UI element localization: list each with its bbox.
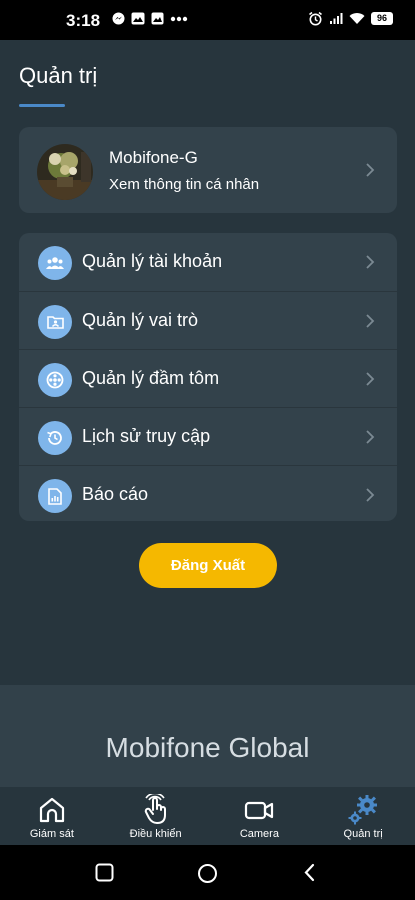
chevron-right-icon (366, 255, 375, 269)
menu-label: Quản lý tài khoản (82, 251, 223, 271)
signal-icon (330, 13, 343, 24)
more-dots-icon (170, 16, 188, 21)
menu-item-report[interactable]: Báo cáo (19, 465, 397, 523)
tab-camera[interactable]: Camera (208, 787, 312, 845)
chevron-right-icon (366, 314, 375, 328)
gears-icon (348, 795, 378, 825)
chevron-right-icon (366, 163, 375, 177)
logout-button[interactable]: Đăng Xuất (139, 543, 277, 588)
status-time: 3:18 (66, 11, 101, 30)
profile-name: Mobifone-G (109, 148, 198, 167)
alarm-icon (309, 11, 322, 26)
id-card-icon (38, 305, 72, 339)
status-bar: 3:18 96 (0, 0, 415, 40)
system-nav-bar (0, 845, 415, 900)
pond-icon (38, 363, 72, 397)
tab-label: Giám sát (29, 828, 74, 840)
touch-icon (144, 794, 166, 824)
home-button-icon[interactable] (197, 863, 218, 884)
bottom-nav: Giám sát Điều khiển Camera Quản trị (0, 787, 415, 845)
page-title: Quản trị (19, 63, 98, 88)
brand-text: Mobifone Global (105, 732, 310, 763)
history-icon (38, 421, 72, 455)
chevron-right-icon (366, 372, 375, 386)
menu-label: Quản lý đầm tôm (82, 368, 220, 388)
home-icon (39, 797, 64, 823)
menu-label: Quản lý vai trò (82, 310, 199, 330)
wifi-icon (349, 13, 365, 24)
status-icons: 96 (308, 11, 393, 26)
profile-card[interactable]: Mobifone-G Xem thông tin cá nhân (19, 127, 397, 213)
menu-item-role-management[interactable]: Quản lý vai trò (19, 291, 397, 349)
app-screen: Quản trị Mobifone-G Xem thông tin cá nhâ… (0, 40, 415, 845)
chevron-right-icon (366, 430, 375, 444)
image-icon (151, 12, 164, 25)
tab-dieu-khien[interactable]: Điều khiển (104, 787, 208, 845)
admin-menu: Quản lý tài khoản Quản lý vai trò Quản l… (19, 233, 397, 521)
report-icon (38, 479, 72, 513)
menu-item-account-management[interactable]: Quản lý tài khoản (19, 233, 397, 291)
menu-item-access-history[interactable]: Lịch sử truy cập (19, 407, 397, 465)
image-icon (131, 12, 145, 25)
tab-label: Điều khiển (129, 828, 182, 840)
notification-icons (112, 12, 188, 25)
menu-label: Lịch sử truy cập (82, 426, 211, 446)
tab-label: Quản trị (343, 828, 383, 840)
tab-quan-tri[interactable]: Quản trị (311, 787, 415, 845)
back-icon[interactable] (303, 863, 315, 882)
footer-band: Mobifone Global (0, 685, 415, 795)
chevron-right-icon (366, 488, 375, 502)
avatar (37, 144, 93, 200)
tab-giam-sat[interactable]: Giám sát (0, 787, 104, 845)
camera-icon (245, 801, 274, 820)
menu-item-pond-management[interactable]: Quản lý đầm tôm (19, 349, 397, 407)
users-icon (38, 246, 72, 280)
recent-apps-icon[interactable] (95, 863, 114, 882)
profile-subtitle: Xem thông tin cá nhân (109, 176, 260, 193)
tab-label: Camera (239, 828, 279, 840)
menu-label: Báo cáo (82, 484, 149, 504)
title-underline (19, 104, 65, 107)
battery-icon: 96 (371, 12, 393, 25)
messenger-icon (112, 12, 125, 25)
